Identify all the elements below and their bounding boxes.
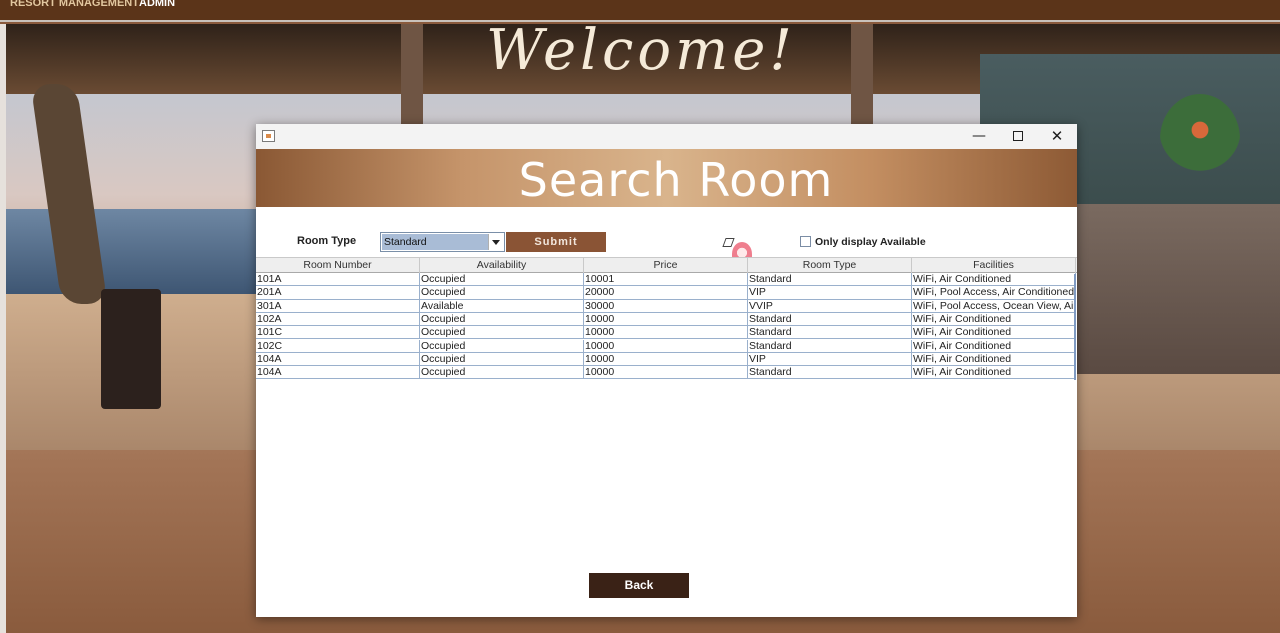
- cell-availability: Available: [420, 299, 584, 313]
- room-type-label: Room Type: [297, 235, 357, 247]
- only-available-checkbox[interactable]: [800, 236, 811, 247]
- cell-availability: Occupied: [420, 326, 584, 340]
- table-row[interactable]: 104A Occupied 10000 Standard WiFi, Air C…: [256, 366, 1076, 380]
- ocean-scenery: [6, 209, 266, 294]
- only-available-label[interactable]: Only display Available: [815, 236, 926, 248]
- page-title: Search Room: [518, 153, 834, 207]
- cell-price: 10000: [584, 366, 748, 380]
- cell-room-type: VIP: [748, 286, 912, 300]
- close-button[interactable]: ✕: [1038, 124, 1076, 149]
- table-row[interactable]: 101C Occupied 10000 Standard WiFi, Air C…: [256, 326, 1076, 340]
- table-row[interactable]: 102A Occupied 10000 Standard WiFi, Air C…: [256, 312, 1076, 327]
- cell-price: 10000: [584, 312, 748, 326]
- cell-price: 10000: [584, 326, 748, 340]
- welcome-heading: Welcome!: [486, 24, 796, 83]
- column-header-facilities[interactable]: Facilities: [912, 258, 1076, 273]
- menu-resort-management[interactable]: RESORT MANAGEMENT: [10, 0, 139, 9]
- cell-room-number: 104A: [256, 352, 420, 366]
- search-room-window: — ✕ Search Room Room Type Standard Submi…: [256, 124, 1077, 617]
- menu-admin[interactable]: ADMIN: [139, 0, 175, 9]
- cell-room-number: 102A: [256, 312, 420, 326]
- cell-facilities: WiFi, Air Conditioned: [912, 312, 1076, 326]
- app-menu-bar: RESORT MANAGEMENT ADMIN: [0, 0, 1280, 22]
- minimize-button[interactable]: —: [960, 124, 998, 149]
- back-button[interactable]: Back: [589, 573, 689, 598]
- cell-availability: Occupied: [420, 352, 584, 366]
- cell-room-type: Standard: [748, 273, 912, 286]
- cell-availability: Occupied: [420, 286, 584, 300]
- cell-availability: Occupied: [420, 339, 584, 353]
- cell-room-number: 101A: [256, 273, 420, 286]
- cell-price: 10000: [584, 352, 748, 366]
- flower-plant: [1160, 94, 1240, 184]
- cell-facilities: WiFi, Air Conditioned: [912, 352, 1076, 366]
- cell-facilities: WiFi, Air Conditioned: [912, 273, 1076, 286]
- table-header: Room Number Availability Price Room Type…: [256, 257, 1077, 273]
- room-type-selected-value: Standard: [382, 234, 489, 250]
- cell-room-number: 102C: [256, 339, 420, 353]
- cell-facilities: WiFi, Pool Access, Air Conditioned: [913, 286, 1076, 300]
- app-icon: [262, 130, 275, 142]
- cell-facilities: WiFi, Air Conditioned: [912, 339, 1076, 353]
- cell-room-type: VIP: [748, 352, 912, 366]
- cell-price: 10001: [584, 273, 748, 286]
- cell-room-type: VVIP: [748, 299, 912, 313]
- maximize-button[interactable]: [999, 124, 1037, 149]
- cell-room-type: Standard: [748, 326, 912, 340]
- cell-room-type: Standard: [748, 339, 912, 353]
- cell-room-type: Standard: [748, 366, 912, 380]
- table-row[interactable]: 201A Occupied 20000 VIP WiFi, Pool Acces…: [256, 286, 1076, 300]
- cell-facilities: WiFi, Air Conditioned: [912, 366, 1076, 380]
- submit-button[interactable]: Submit: [506, 232, 606, 252]
- cell-price: 30000: [584, 299, 748, 313]
- column-header-room-number[interactable]: Room Number: [256, 258, 420, 273]
- cell-price: 10000: [584, 339, 748, 353]
- table-scroll-edge: [1074, 274, 1076, 380]
- search-room-banner: Search Room: [256, 149, 1077, 207]
- cell-availability: Occupied: [420, 273, 584, 286]
- room-type-select[interactable]: Standard: [380, 232, 505, 252]
- maximize-icon: [1013, 131, 1023, 141]
- window-titlebar[interactable]: — ✕: [256, 124, 1077, 149]
- column-header-availability[interactable]: Availability: [420, 258, 584, 273]
- table-row[interactable]: 102C Occupied 10000 Standard WiFi, Air C…: [256, 339, 1076, 353]
- table-row[interactable]: 301A Available 30000 VVIP WiFi, Pool Acc…: [256, 299, 1076, 313]
- table-row[interactable]: 104A Occupied 10000 VIP WiFi, Air Condit…: [256, 352, 1076, 367]
- cell-room-number: 101C: [256, 326, 420, 340]
- cell-room-number: 201A: [256, 286, 420, 300]
- cell-facilities: WiFi, Pool Access, Ocean View, Air ...: [913, 299, 1076, 313]
- chevron-down-icon[interactable]: [488, 234, 503, 250]
- table-row[interactable]: 101A Occupied 10001 Standard WiFi, Air C…: [256, 273, 1076, 287]
- cell-availability: Occupied: [420, 366, 584, 380]
- counter-scenery: [1070, 204, 1280, 374]
- rooms-table: Room Number Availability Price Room Type…: [256, 257, 1077, 380]
- chair: [101, 289, 161, 409]
- column-header-room-type[interactable]: Room Type: [748, 258, 912, 273]
- cell-availability: Occupied: [420, 312, 584, 326]
- cell-price: 20000: [584, 286, 748, 300]
- cursor-icon: [722, 238, 735, 247]
- cell-room-number: 301A: [256, 299, 420, 313]
- column-header-price[interactable]: Price: [584, 258, 748, 273]
- cell-facilities: WiFi, Air Conditioned: [912, 326, 1076, 340]
- cell-room-type: Standard: [748, 312, 912, 326]
- cell-room-number: 104A: [256, 366, 420, 380]
